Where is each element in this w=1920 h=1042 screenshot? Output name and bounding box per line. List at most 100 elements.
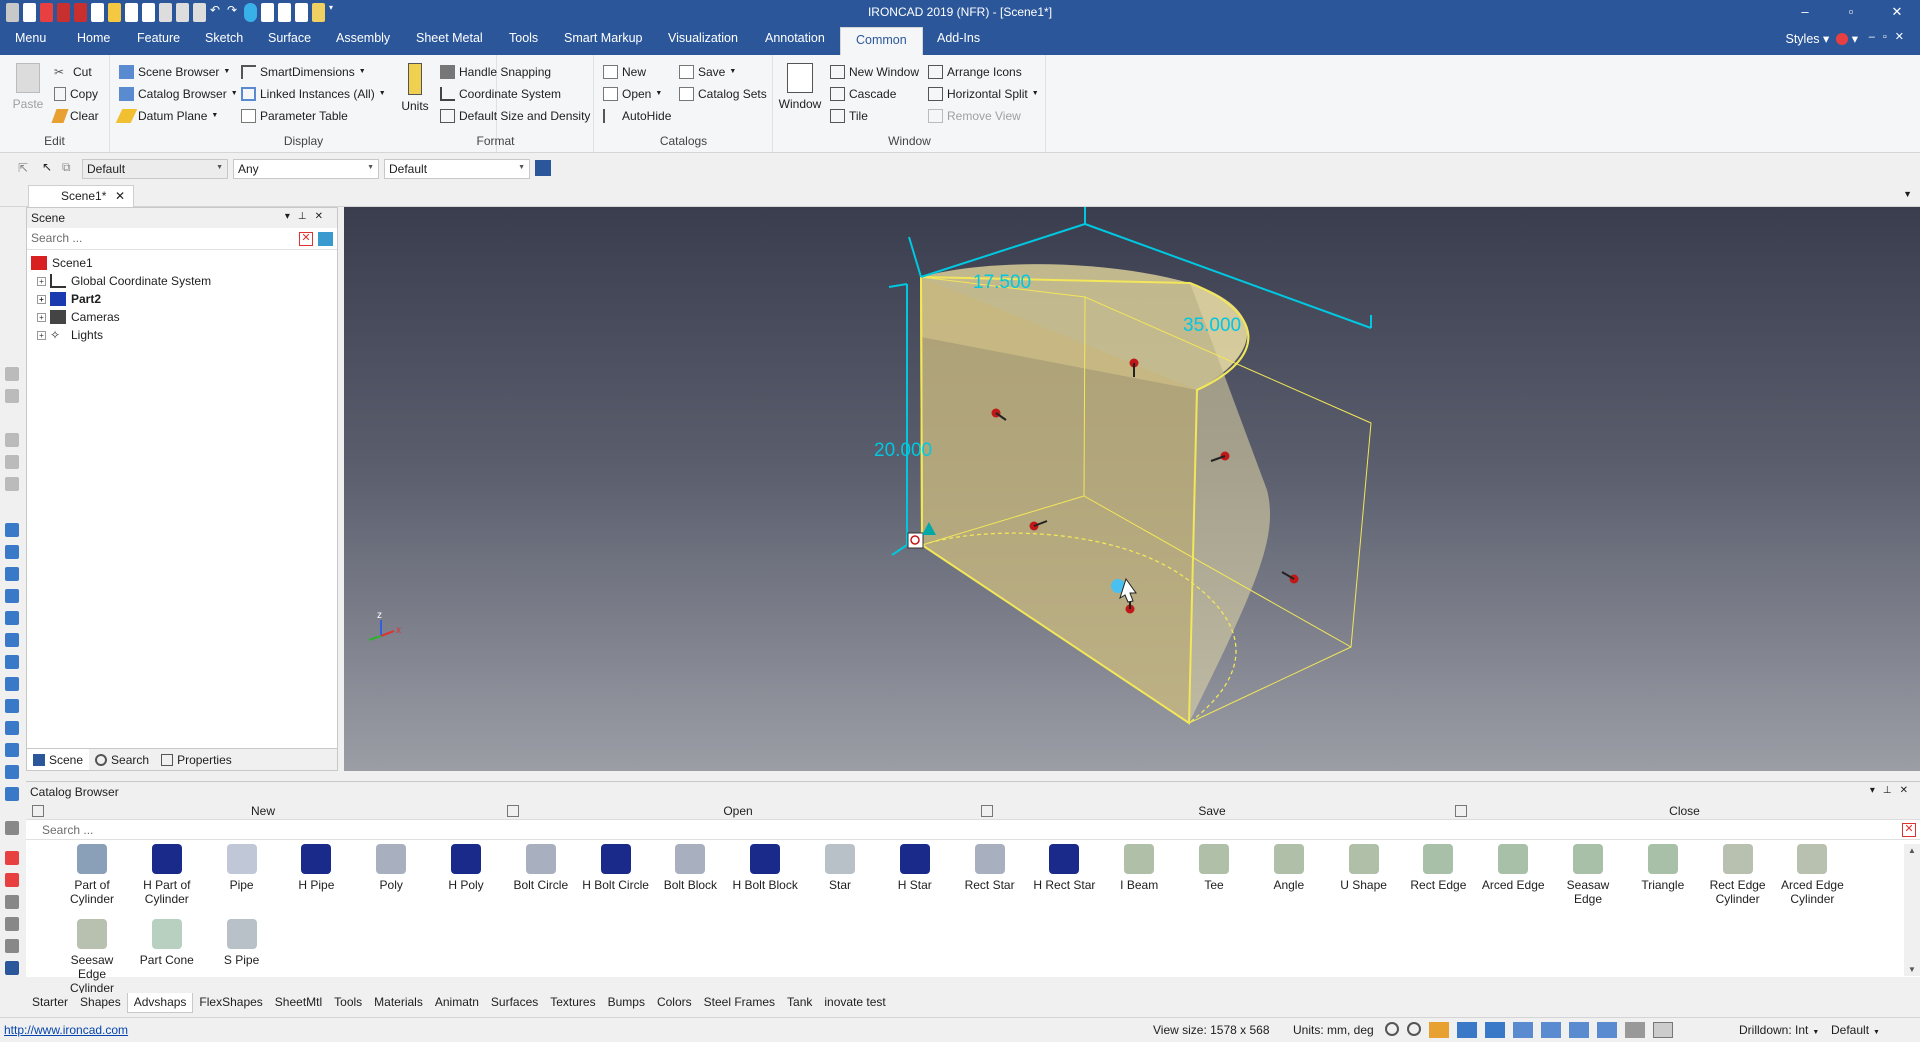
- scroll-up-icon[interactable]: ▲: [1908, 846, 1916, 855]
- tree-node-global-coordinate-system[interactable]: + Global Coordinate System: [31, 272, 337, 290]
- render-mode-icon[interactable]: [1513, 1022, 1533, 1038]
- tab-menu[interactable]: Menu: [15, 31, 46, 45]
- catalog-tab[interactable]: Materials: [368, 993, 429, 1013]
- catalog-scrollbar[interactable]: ▲ ▼: [1904, 844, 1920, 976]
- parameter-table-button[interactable]: Parameter Table: [241, 106, 348, 125]
- linked-instances-button[interactable]: Linked Instances (All) ▼: [241, 84, 386, 103]
- tab-annotation[interactable]: Annotation: [765, 31, 825, 45]
- expand-icon[interactable]: +: [37, 276, 46, 286]
- arrange-icons-button[interactable]: Arrange Icons: [928, 62, 1022, 81]
- scene-browser-button[interactable]: Scene Browser ▼: [119, 62, 230, 81]
- new-window-button[interactable]: New Window: [830, 62, 919, 81]
- tab-add-ins[interactable]: Add-Ins: [937, 31, 980, 45]
- expand-icon[interactable]: +: [37, 294, 46, 304]
- catalog-browser-button[interactable]: Catalog Browser ▼: [119, 84, 238, 103]
- clear-search-icon[interactable]: ✕: [299, 232, 313, 246]
- catalog-item[interactable]: Poly: [354, 844, 428, 892]
- tab-sheet-metal[interactable]: Sheet Metal: [416, 31, 483, 45]
- catalog-item[interactable]: Rect Star: [953, 844, 1027, 892]
- catalog-search-input[interactable]: Search ...: [42, 823, 93, 837]
- catalog-tab[interactable]: Animatn: [429, 993, 485, 1013]
- view-cube-icon-8[interactable]: [5, 677, 19, 691]
- catalog-item[interactable]: S Pipe: [205, 919, 279, 967]
- view-cube-icon[interactable]: [1457, 1022, 1477, 1038]
- display-settings-icon[interactable]: [1597, 1022, 1617, 1038]
- zoom-icon[interactable]: [1385, 1022, 1399, 1036]
- cascade-button[interactable]: Cascade: [830, 84, 896, 103]
- catalog-tab[interactable]: Bumps: [602, 993, 651, 1013]
- catalog-tab[interactable]: Colors: [651, 993, 698, 1013]
- catalog-item[interactable]: H Part of Cylinder: [130, 844, 204, 906]
- help-icon[interactable]: [1836, 33, 1849, 45]
- tab-smart-markup[interactable]: Smart Markup: [564, 31, 643, 45]
- tab-feature[interactable]: Feature: [137, 31, 180, 45]
- view-cube-icon-10[interactable]: [5, 721, 19, 735]
- pan-icon[interactable]: [1485, 1022, 1505, 1038]
- catalog-tab[interactable]: Starter: [26, 993, 74, 1013]
- drilldown-select[interactable]: Drilldown: Int ▼: [1739, 1023, 1819, 1037]
- tool-icon-5[interactable]: [5, 477, 19, 491]
- catalog-save-button[interactable]: Save ▼: [679, 62, 736, 81]
- catalog-item[interactable]: Part Cone: [130, 919, 204, 967]
- tab-tools[interactable]: Tools: [509, 31, 538, 45]
- view-cube-icon-2[interactable]: [5, 545, 19, 559]
- tab-home[interactable]: Home: [77, 31, 110, 45]
- view-cube-icon-12[interactable]: [5, 765, 19, 779]
- catalog-tab[interactable]: Tools: [328, 993, 368, 1013]
- tab-properties[interactable]: Properties: [155, 749, 238, 770]
- catalog-tab[interactable]: Steel Frames: [698, 993, 781, 1013]
- catalog-item[interactable]: Bolt Block: [653, 844, 727, 892]
- zoom-extents-icon[interactable]: [1407, 1022, 1421, 1036]
- catalog-item[interactable]: I Beam: [1102, 844, 1176, 892]
- catalog-tab[interactable]: Textures: [544, 993, 601, 1013]
- style-combo[interactable]: Default ▼: [384, 159, 530, 179]
- catalog-item[interactable]: Angle: [1252, 844, 1326, 892]
- scroll-down-icon[interactable]: ▼: [1908, 965, 1916, 974]
- tab-visualization[interactable]: Visualization: [668, 31, 738, 45]
- select-tool-icon[interactable]: [1625, 1022, 1645, 1038]
- datum-plane-button[interactable]: Datum Plane ▼: [115, 106, 218, 125]
- view-cube-icon-11[interactable]: [5, 743, 19, 757]
- smart-dimensions-button[interactable]: SmartDimensions ▼: [241, 62, 366, 81]
- scene-search-input[interactable]: Search ...: [31, 231, 82, 245]
- catalog-tab[interactable]: SheetMtl: [269, 993, 328, 1013]
- default-size-button[interactable]: Default Size and Density: [440, 106, 590, 125]
- minimize-button[interactable]: –: [1782, 0, 1828, 25]
- catalog-tab[interactable]: Surfaces: [485, 993, 544, 1013]
- default-select[interactable]: Default ▼: [1831, 1023, 1880, 1037]
- tool-icon-2[interactable]: [5, 389, 19, 403]
- dimension-width[interactable]: 17.500: [973, 272, 1031, 293]
- markup-icon[interactable]: [5, 873, 19, 887]
- dimension-tool-icon[interactable]: [5, 961, 19, 975]
- expand-icon[interactable]: +: [37, 312, 46, 322]
- view-cube-icon-7[interactable]: [5, 655, 19, 669]
- view-cube-icon-6[interactable]: [5, 633, 19, 647]
- close-icon[interactable]: ✕: [115, 189, 125, 203]
- anchor-icon[interactable]: [907, 532, 924, 549]
- rotate-tool-icon[interactable]: [5, 917, 19, 931]
- dimension-height[interactable]: 20.000: [874, 440, 932, 461]
- catalog-item[interactable]: Part of Cylinder: [55, 844, 129, 906]
- catalog-item[interactable]: H Star: [878, 844, 952, 892]
- view-cube-icon-9[interactable]: [5, 699, 19, 713]
- paste-button[interactable]: Paste: [10, 63, 46, 111]
- tree-node-part2[interactable]: + Part2: [31, 290, 337, 308]
- shading-icon[interactable]: [1541, 1022, 1561, 1038]
- autohide-button[interactable]: AutoHide: [603, 106, 671, 125]
- tree-node-cameras[interactable]: + Cameras: [31, 308, 337, 326]
- tab-search[interactable]: Search: [89, 749, 155, 770]
- catalog-new-button[interactable]: New: [26, 802, 500, 820]
- catalog-item[interactable]: Star: [803, 844, 877, 892]
- catalog-item[interactable]: U Shape: [1327, 844, 1401, 892]
- section-icon[interactable]: [1569, 1022, 1589, 1038]
- horizontal-split-button[interactable]: Horizontal Split ▼: [928, 84, 1039, 103]
- chevron-down-icon[interactable]: ▼: [1903, 189, 1912, 199]
- catalog-tab[interactable]: Advshaps: [126, 993, 194, 1013]
- website-link[interactable]: http://www.ironcad.com: [4, 1023, 128, 1037]
- catalog-item[interactable]: Arced Edge: [1476, 844, 1550, 892]
- dimension-length[interactable]: 35.000: [1183, 315, 1241, 336]
- pointer-icon[interactable]: ↖: [42, 160, 58, 176]
- view-cube-icon-4[interactable]: [5, 589, 19, 603]
- catalog-new-button[interactable]: New: [603, 62, 646, 81]
- catalog-item[interactable]: H Poly: [429, 844, 503, 892]
